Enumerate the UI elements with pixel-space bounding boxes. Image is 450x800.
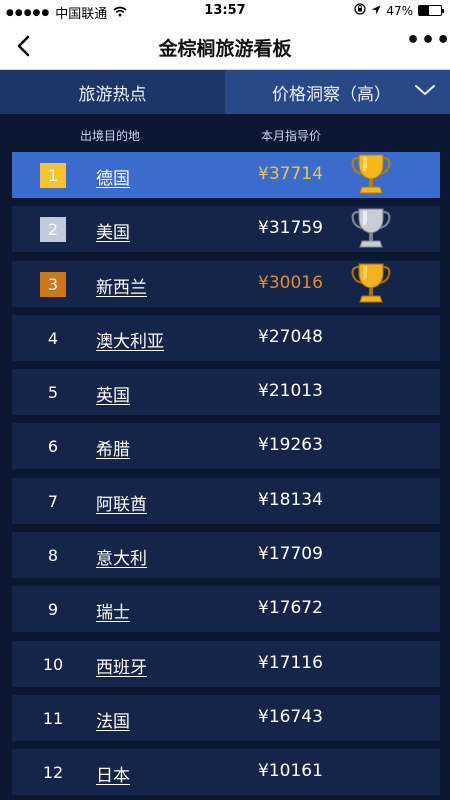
guide-price: ¥27048 bbox=[258, 326, 323, 347]
trophy-icon bbox=[350, 261, 392, 307]
rank-badge: 9 bbox=[47, 600, 59, 620]
chevron-down-icon[interactable] bbox=[414, 83, 436, 97]
ranking-row[interactable]: 1 德国 ¥37714 bbox=[12, 152, 440, 198]
destination-link[interactable]: 澳大利亚 bbox=[96, 327, 164, 352]
ranking-row[interactable]: 10 西班牙 ¥17116 bbox=[12, 640, 440, 687]
ranking-row[interactable]: 6 希腊 ¥19263 bbox=[12, 423, 440, 470]
battery-icon bbox=[418, 5, 444, 16]
tab-travel-hotspots-label: 旅游热点 bbox=[78, 84, 147, 105]
trophy-icon bbox=[350, 152, 392, 198]
ranking-row[interactable]: 12 日本 ¥10161 bbox=[12, 749, 440, 796]
tab-travel-hotspots[interactable]: 旅游热点 bbox=[0, 70, 225, 114]
ranking-row[interactable]: 8 意大利 ¥17709 bbox=[12, 532, 440, 579]
orientation-lock-icon bbox=[354, 3, 366, 18]
column-destination: 出境目的地 bbox=[80, 129, 141, 143]
guide-price: ¥30016 bbox=[258, 272, 323, 293]
rank-badge: 5 bbox=[47, 383, 59, 403]
rank-badge: 1 bbox=[40, 163, 66, 188]
ranking-row[interactable]: 7 阿联酋 ¥18134 bbox=[12, 477, 440, 524]
rank-badge: 12 bbox=[42, 763, 64, 783]
tab-price-insight[interactable]: 价格洞察（高） bbox=[225, 70, 450, 114]
rank-badge: 3 bbox=[40, 271, 66, 297]
rank-badge: 4 bbox=[47, 328, 59, 348]
tab-price-insight-label: 价格洞察（高） bbox=[272, 84, 391, 105]
guide-price: ¥10161 bbox=[258, 761, 323, 782]
ranking-row[interactable]: 5 英国 ¥21013 bbox=[12, 369, 440, 416]
destination-link[interactable]: 英国 bbox=[96, 381, 130, 406]
guide-price: ¥21013 bbox=[258, 381, 323, 402]
status-bar: ●●●●● 中国联通 13:57 47% bbox=[0, 0, 450, 22]
guide-price: ¥37714 bbox=[258, 164, 323, 184]
location-arrow-icon bbox=[371, 4, 381, 18]
navigation-bar: 金棕榈旅游看板 ••• bbox=[0, 22, 450, 70]
ranking-row[interactable]: 9 瑞士 ¥17672 bbox=[12, 586, 440, 633]
rank-badge: 8 bbox=[47, 546, 59, 566]
guide-price: ¥31759 bbox=[258, 218, 323, 239]
guide-price: ¥17116 bbox=[258, 652, 323, 673]
ranking-row[interactable]: 4 澳大利亚 ¥27048 bbox=[12, 314, 440, 361]
destination-link[interactable]: 希腊 bbox=[96, 435, 130, 460]
trophy-icon bbox=[350, 206, 392, 252]
destination-link[interactable]: 瑞士 bbox=[96, 598, 130, 623]
ellipsis-icon: ••• bbox=[406, 28, 450, 53]
destination-link[interactable]: 日本 bbox=[96, 761, 130, 786]
ranking-row[interactable]: 3 新西兰 ¥30016 bbox=[12, 260, 440, 307]
more-options-button[interactable]: ••• bbox=[406, 30, 450, 58]
guide-price: ¥19263 bbox=[258, 435, 323, 456]
battery-percentage: 47% bbox=[386, 3, 413, 18]
destination-link[interactable]: 德国 bbox=[96, 164, 130, 189]
battery-level bbox=[419, 6, 430, 15]
guide-price: ¥18134 bbox=[258, 489, 323, 510]
rank-badge: 6 bbox=[47, 437, 59, 457]
rank-badge: 2 bbox=[40, 217, 66, 243]
destination-link[interactable]: 美国 bbox=[96, 218, 130, 243]
rank-badge: 11 bbox=[42, 708, 64, 728]
destination-link[interactable]: 西班牙 bbox=[96, 653, 147, 678]
destination-link[interactable]: 新西兰 bbox=[96, 273, 147, 298]
ranking-row[interactable]: 11 法国 ¥16743 bbox=[12, 694, 440, 741]
rank-badge: 7 bbox=[47, 491, 59, 511]
destination-link[interactable]: 法国 bbox=[96, 707, 130, 732]
destination-link[interactable]: 意大利 bbox=[96, 544, 147, 569]
ranking-list: 1 德国 ¥37714 2 美国 ¥31759 3 新西兰 ¥30016 4 澳大利亚 ¥27048 5… bbox=[0, 152, 450, 800]
rank-badge: 10 bbox=[42, 654, 64, 674]
tab-bar: 旅游热点 价格洞察（高） bbox=[0, 70, 450, 114]
guide-price: ¥16743 bbox=[258, 706, 323, 727]
column-header: 出境目的地 本月指导价 bbox=[0, 114, 450, 152]
page-title: 金棕榈旅游看板 bbox=[158, 38, 292, 60]
ranking-row[interactable]: 2 美国 ¥31759 bbox=[12, 206, 440, 253]
destination-link[interactable]: 阿联酋 bbox=[96, 490, 147, 515]
guide-price: ¥17672 bbox=[258, 598, 323, 619]
column-guide-price: 本月指导价 bbox=[261, 129, 322, 143]
guide-price: ¥17709 bbox=[258, 544, 323, 565]
